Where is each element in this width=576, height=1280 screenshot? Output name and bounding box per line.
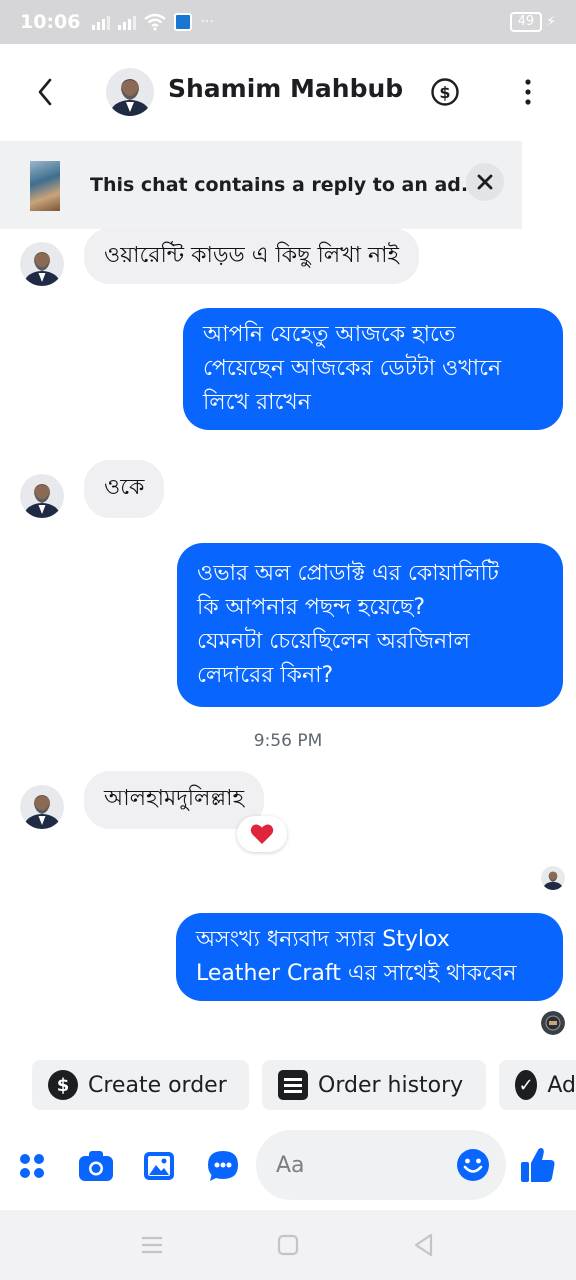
signal-icon-2 (118, 14, 137, 30)
read-receipt-avatar (541, 866, 565, 890)
message-line: আপনি যেহেতু আজকে হাতে (203, 322, 456, 347)
ad-banner-text: This chat contains a reply to an ad. (90, 174, 469, 196)
thumbs-up-icon[interactable] (520, 1146, 556, 1184)
message-bubble-outgoing[interactable]: অসংখ্য ধন্যবাদ স্যার Stylox Leather Craf… (176, 913, 563, 1001)
message-input-pill[interactable] (256, 1130, 506, 1200)
more-notifications-icon: ··· (200, 14, 214, 30)
wifi-icon (144, 13, 167, 31)
message-line: লেদারের কিনা? (197, 663, 334, 688)
ad-action-label: Ad (547, 1072, 576, 1098)
home-icon[interactable] (275, 1232, 301, 1258)
gallery-icon[interactable] (143, 1150, 175, 1182)
chat-bubble-icon[interactable] (207, 1150, 239, 1182)
message-timestamp: 9:56 PM (253, 731, 323, 751)
check-icon: ✓ (515, 1070, 538, 1100)
create-order-button[interactable]: $ Create order (32, 1060, 249, 1110)
ad-reply-banner: This chat contains a reply to an ad. (0, 141, 522, 229)
messenger-chat-screen: 10:06 ··· 49 ⚡ Shamim Mahbub $ This chat… (0, 0, 576, 1280)
close-icon (477, 174, 493, 190)
back-arrow-icon[interactable] (30, 74, 62, 110)
heart-icon (250, 824, 274, 844)
emoji-icon[interactable] (456, 1148, 490, 1182)
ad-action-button[interactable]: ✓ Ad (499, 1060, 576, 1110)
recent-apps-icon[interactable] (139, 1232, 165, 1258)
message-line: কি আপনার পছন্দ হয়েছে? (197, 595, 425, 620)
contact-name[interactable]: Shamim Mahbub (168, 74, 403, 103)
heart-reaction[interactable] (237, 816, 287, 852)
message-bubble-incoming[interactable]: ওয়ারেন্টি কাড়ড এ কিছু লিখা নাই (84, 228, 419, 284)
message-line: লিখে রাখেন (203, 390, 311, 415)
dollar-circle-icon[interactable]: $ (430, 77, 460, 107)
ad-thumbnail[interactable] (30, 161, 60, 211)
signal-icon (92, 14, 111, 30)
message-line: যেমনটা চেয়েছিলেন অরজিনাল (197, 629, 470, 654)
message-bubble-incoming[interactable]: আলহামদুলিল্লাহ (84, 771, 265, 829)
create-order-label: Create order (88, 1072, 227, 1098)
message-line: অসংখ্য ধন্যবাদ স্যার Stylox (196, 927, 450, 952)
message-bubble-outgoing[interactable]: আপনি যেহেতু আজকে হাতে পেয়েছেন আজকের ডেট… (183, 308, 563, 430)
order-history-button[interactable]: Order history (262, 1060, 486, 1110)
message-line: পেয়েছেন আজকের ডেটটা ওখানে (203, 356, 502, 381)
more-options-icon[interactable] (516, 74, 540, 110)
system-navigation-bar (0, 1210, 576, 1280)
order-history-label: Order history (318, 1072, 464, 1098)
camera-icon[interactable] (78, 1150, 114, 1182)
close-banner-button[interactable] (466, 163, 504, 201)
status-bar: 10:06 ··· 49 ⚡ (0, 0, 576, 44)
contact-avatar[interactable] (106, 68, 154, 116)
list-icon (278, 1070, 308, 1100)
message-input[interactable] (276, 1148, 456, 1182)
dollar-icon: $ (48, 1070, 78, 1100)
back-nav-icon[interactable] (411, 1232, 437, 1258)
messenger-notification-icon (174, 13, 193, 31)
message-line: ওভার অল প্রোডাক্ট এর কোয়ালিটি (197, 561, 499, 586)
message-bubble-outgoing[interactable]: ওভার অল প্রোডাক্ট এর কোয়ালিটি কি আপনার … (177, 543, 563, 707)
message-composer (0, 1130, 576, 1200)
sender-avatar[interactable] (20, 242, 64, 286)
message-line: Leather Craft এর সাথেই থাকবেন (196, 961, 517, 986)
battery-indicator: 49 (509, 12, 543, 32)
charging-icon: ⚡ (546, 14, 556, 30)
page-avatar (541, 1011, 565, 1035)
sender-avatar[interactable] (20, 785, 64, 829)
message-bubble-incoming[interactable]: ওকে (84, 460, 165, 518)
menu-grid-icon[interactable] (16, 1150, 48, 1182)
svg-text:$: $ (439, 83, 450, 102)
status-time: 10:06 (20, 11, 81, 33)
sender-avatar[interactable] (20, 474, 64, 518)
chat-header: Shamim Mahbub $ (0, 44, 576, 140)
